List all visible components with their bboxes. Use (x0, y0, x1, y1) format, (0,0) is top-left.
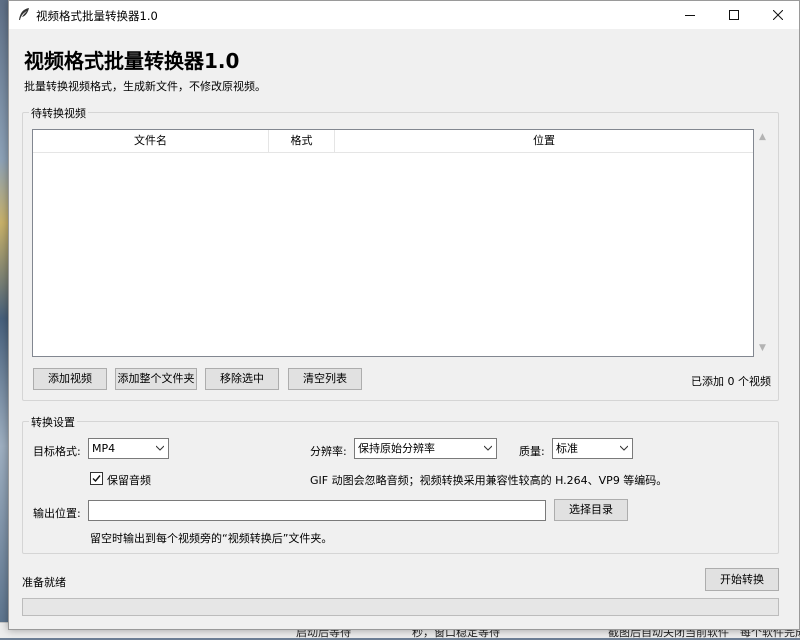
checkmark-icon (92, 475, 101, 483)
column-header-location[interactable]: 位置 (335, 130, 753, 152)
page-subtitle: 批量转换视频格式，生成新文件，不修改原视频。 (24, 80, 266, 93)
close-icon (773, 10, 783, 20)
output-location-input[interactable] (88, 500, 546, 521)
remove-selected-button[interactable]: 移除选中 (205, 368, 279, 390)
status-text: 准备就绪 (22, 576, 66, 589)
chevron-down-icon (484, 445, 492, 451)
start-convert-button[interactable]: 开始转换 (705, 568, 779, 591)
target-format-label: 目标格式: (33, 445, 81, 458)
keep-audio-label[interactable]: 保留音频 (107, 472, 151, 488)
chevron-down-icon (620, 445, 628, 451)
output-location-label: 输出位置: (33, 507, 81, 520)
output-hint: 留空时输出到每个视频旁的“视频转换后”文件夹。 (90, 532, 333, 545)
app-window: 视频格式批量转换器1.0 视频格式批量转换器1.0 批量转换视频格式，生成新文件… (8, 0, 800, 630)
settings-group-label: 转换设置 (29, 414, 77, 430)
progress-bar (22, 598, 779, 616)
minimize-button[interactable] (668, 1, 712, 29)
quality-value: 标准 (556, 442, 578, 455)
maximize-icon (729, 10, 739, 20)
add-videos-button[interactable]: 添加视频 (33, 368, 107, 390)
maximize-button[interactable] (712, 1, 756, 29)
close-button[interactable] (756, 1, 800, 29)
column-header-filename[interactable]: 文件名 (33, 130, 269, 152)
title-bar[interactable]: 视频格式批量转换器1.0 (9, 1, 799, 29)
keep-audio-checkbox[interactable] (90, 472, 103, 485)
minimize-icon (685, 15, 695, 16)
video-list-table[interactable]: 文件名 格式 位置 (32, 129, 754, 357)
page-title: 视频格式批量转换器1.0 (24, 49, 240, 73)
clear-list-button[interactable]: 清空列表 (288, 368, 362, 390)
feather-icon (19, 8, 29, 20)
chevron-down-icon (156, 445, 164, 451)
queue-group-label: 待转换视频 (29, 105, 88, 121)
format-note: GIF 动图会忽略音频；视频转换采用兼容性较高的 H.264、VP9 等编码。 (310, 474, 668, 487)
resolution-label: 分辨率: (310, 445, 347, 458)
column-header-format[interactable]: 格式 (269, 130, 335, 152)
resolution-select[interactable]: 保持原始分辨率 (354, 438, 497, 459)
list-scrollbar[interactable]: ▲ ▼ (754, 129, 771, 357)
target-format-value: MP4 (92, 442, 116, 455)
video-count-label: 已添加 0 个视频 (691, 375, 771, 388)
choose-directory-button[interactable]: 选择目录 (554, 499, 628, 521)
window-title: 视频格式批量转换器1.0 (36, 9, 158, 23)
resolution-value: 保持原始分辨率 (358, 442, 435, 455)
table-header: 文件名 格式 位置 (33, 130, 753, 153)
quality-label: 质量: (519, 445, 545, 458)
quality-select[interactable]: 标准 (552, 438, 633, 459)
add-folder-button[interactable]: 添加整个文件夹 (115, 368, 197, 390)
scroll-down-icon[interactable]: ▼ (754, 340, 771, 357)
target-format-select[interactable]: MP4 (88, 438, 169, 459)
scroll-up-icon[interactable]: ▲ (754, 129, 771, 146)
